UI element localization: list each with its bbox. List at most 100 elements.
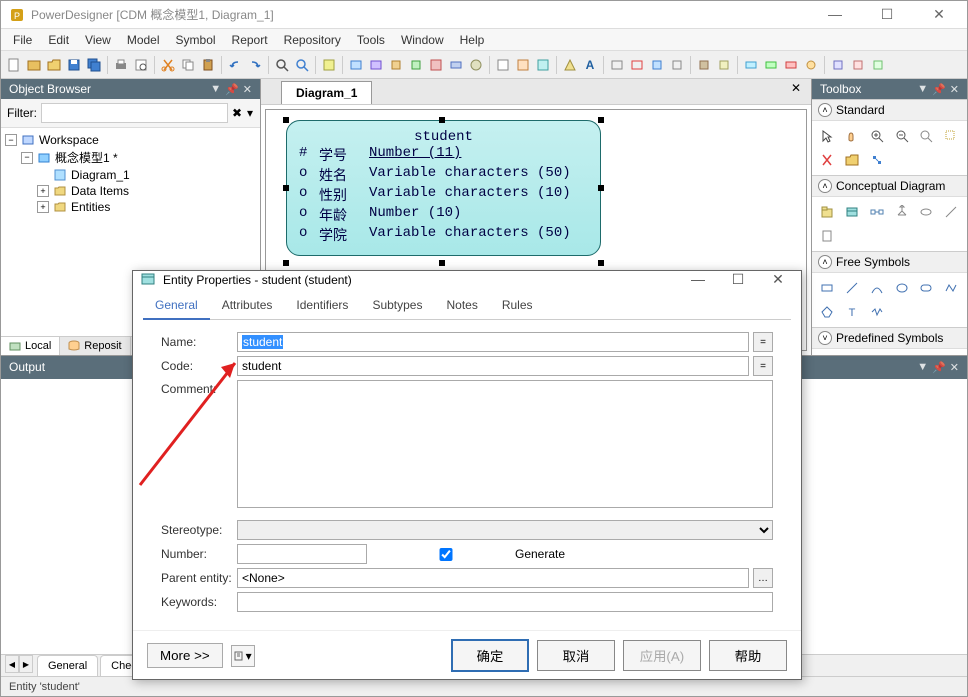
dialog-minimize-button[interactable]: — <box>683 271 713 288</box>
shape-rounded-icon[interactable] <box>915 277 937 299</box>
name-input[interactable]: student <box>237 332 749 352</box>
tree-data-items[interactable]: + Data Items <box>5 183 256 199</box>
tree-entities[interactable]: + Entities <box>5 199 256 215</box>
comment-input[interactable] <box>237 380 773 508</box>
relationship-tool-icon[interactable] <box>866 201 888 223</box>
shape-arc-icon[interactable] <box>866 277 888 299</box>
menu-help[interactable]: Help <box>452 31 493 49</box>
tool-icon-10[interactable] <box>534 56 552 74</box>
close-button[interactable]: ✕ <box>919 6 959 23</box>
shape-rect-icon[interactable] <box>816 277 838 299</box>
zoom-fit-icon[interactable] <box>915 125 937 147</box>
expander-icon[interactable]: + <box>37 185 49 197</box>
help-button[interactable]: 帮助 <box>709 640 787 671</box>
tool-icon-4[interactable] <box>407 56 425 74</box>
redo-icon[interactable] <box>246 56 264 74</box>
panel-close-icon[interactable]: ✕ <box>243 83 252 96</box>
paste-icon[interactable] <box>199 56 217 74</box>
panel-close-icon[interactable]: ✕ <box>950 361 959 374</box>
dialog-titlebar[interactable]: Entity Properties - student (student) — … <box>133 271 801 288</box>
package-tool-icon[interactable] <box>816 201 838 223</box>
name-lock-button[interactable]: = <box>753 332 773 352</box>
expander-icon[interactable]: + <box>37 201 49 213</box>
file-tool-icon[interactable] <box>816 225 838 247</box>
tree-model[interactable]: − 概念模型1 * <box>5 148 256 167</box>
copy-icon[interactable] <box>179 56 197 74</box>
expander-icon[interactable]: − <box>5 134 17 146</box>
filter-clear-icon[interactable]: ✖ <box>232 104 242 122</box>
link-tool-icon[interactable] <box>940 201 962 223</box>
scroll-right-icon[interactable]: ▶ <box>19 655 33 673</box>
tool-icon-18[interactable] <box>742 56 760 74</box>
output-tab-general[interactable]: General <box>37 655 98 676</box>
parent-browse-button[interactable]: … <box>753 568 773 588</box>
menu-window[interactable]: Window <box>393 31 452 49</box>
shape-polygon-icon[interactable] <box>816 301 838 323</box>
number-input[interactable] <box>237 544 367 564</box>
save-icon[interactable] <box>65 56 83 74</box>
zoom-in-icon[interactable] <box>866 125 888 147</box>
toolbox-section-predefined[interactable]: ˅ Predefined Symbols <box>812 327 967 349</box>
panel-auto-hide-icon[interactable]: ▼ <box>917 361 928 374</box>
print-icon[interactable] <box>112 56 130 74</box>
cancel-button[interactable]: 取消 <box>537 640 615 671</box>
panel-close-icon[interactable]: ✕ <box>950 83 959 96</box>
tool-icon-11[interactable] <box>561 56 579 74</box>
ok-button[interactable]: 确定 <box>451 639 529 672</box>
text-tool-icon[interactable]: A <box>581 56 599 74</box>
apply-button[interactable]: 应用(A) <box>623 640 701 671</box>
new-icon[interactable] <box>5 56 23 74</box>
panel-auto-hide-icon[interactable]: ▼ <box>210 83 221 96</box>
tab-identifiers[interactable]: Identifiers <box>284 292 360 319</box>
tool-icon-5[interactable] <box>427 56 445 74</box>
entity-student[interactable]: student #学号Number (11) o姓名Variable chara… <box>286 120 601 256</box>
properties-tool-icon[interactable] <box>866 149 888 171</box>
tool-icon-12[interactable] <box>608 56 626 74</box>
options-dropdown-button[interactable]: ▾ <box>231 645 255 667</box>
menu-repository[interactable]: Repository <box>276 31 349 49</box>
shape-line-icon[interactable] <box>841 277 863 299</box>
panel-pin-icon[interactable]: 📌 <box>932 361 946 374</box>
open-folder-icon[interactable] <box>841 149 863 171</box>
shape-polyline-icon[interactable] <box>940 277 962 299</box>
panel-pin-icon[interactable]: 📌 <box>932 83 946 96</box>
menu-symbol[interactable]: Symbol <box>168 31 224 49</box>
dialog-close-button[interactable]: ✕ <box>763 271 793 288</box>
shape-text-icon[interactable]: T <box>841 301 863 323</box>
more-button[interactable]: More >> <box>147 643 223 668</box>
find-object-icon[interactable] <box>293 56 311 74</box>
toolbox-section-free[interactable]: ˄ Free Symbols <box>812 251 967 273</box>
tool-icon-8[interactable] <box>494 56 512 74</box>
menu-view[interactable]: View <box>77 31 119 49</box>
tool-icon-21[interactable] <box>802 56 820 74</box>
zoom-select-icon[interactable] <box>940 125 962 147</box>
shape-ellipse-icon[interactable] <box>891 277 913 299</box>
undo-icon[interactable] <box>226 56 244 74</box>
tool-icon-13[interactable] <box>628 56 646 74</box>
new-project-icon[interactable] <box>25 56 43 74</box>
code-lock-button[interactable]: = <box>753 356 773 376</box>
panel-auto-hide-icon[interactable]: ▼ <box>917 83 928 96</box>
tool-icon-7[interactable] <box>467 56 485 74</box>
tool-icon-20[interactable] <box>782 56 800 74</box>
tab-subtypes[interactable]: Subtypes <box>360 292 434 319</box>
scroll-left-icon[interactable]: ◀ <box>5 655 19 673</box>
pointer-tool-icon[interactable] <box>816 125 838 147</box>
tool-icon-24[interactable] <box>869 56 887 74</box>
browser-tab-local[interactable]: Local <box>1 337 60 355</box>
inheritance-tool-icon[interactable] <box>891 201 913 223</box>
maximize-button[interactable]: ☐ <box>867 6 907 23</box>
menu-edit[interactable]: Edit <box>40 31 77 49</box>
tool-icon-22[interactable] <box>829 56 847 74</box>
minimize-button[interactable]: — <box>815 6 855 23</box>
tab-notes[interactable]: Notes <box>434 292 489 319</box>
expander-icon[interactable]: − <box>21 152 33 164</box>
generate-checkbox[interactable] <box>381 548 511 561</box>
menu-tools[interactable]: Tools <box>349 31 393 49</box>
filter-input[interactable] <box>41 103 228 123</box>
tree-diagram[interactable]: Diagram_1 <box>5 167 256 183</box>
shape-zigzag-icon[interactable] <box>866 301 888 323</box>
tab-attributes[interactable]: Attributes <box>210 292 285 319</box>
toolbox-section-conceptual[interactable]: ˄ Conceptual Diagram <box>812 175 967 197</box>
code-input[interactable] <box>237 356 749 376</box>
